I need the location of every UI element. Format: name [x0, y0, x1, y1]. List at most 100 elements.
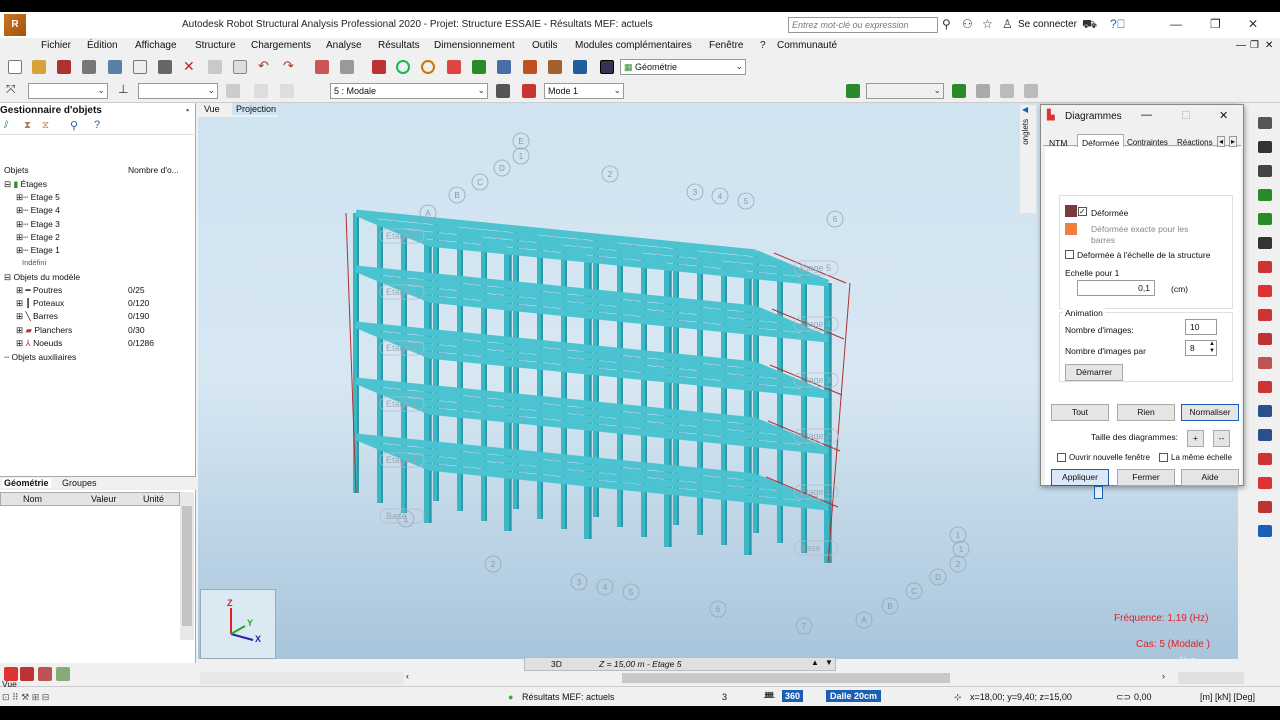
help-icon[interactable]: ?⃝ [1110, 17, 1126, 31]
dialog-minimize-button[interactable]: — [1141, 109, 1152, 121]
tree-floor-1[interactable]: ⊞┄ Etage 1 [16, 245, 60, 256]
case-list-icon[interactable] [254, 84, 268, 98]
right-tool-icon[interactable] [1258, 429, 1272, 441]
open-folder-icon[interactable] [32, 60, 46, 74]
right-tool-icon[interactable] [1258, 117, 1272, 129]
level-bar[interactable]: 3D Z = 15,00 m - Etage 5 ▲ ▼ [524, 657, 836, 671]
display-tool-icons[interactable] [1178, 672, 1244, 684]
right-tool-icon[interactable] [1258, 525, 1272, 537]
status-slab[interactable]: Dalle 20cm [826, 690, 882, 702]
apply-button[interactable]: Appliquer [1051, 469, 1109, 486]
right-tool-icon[interactable] [1258, 501, 1272, 513]
tree-beams[interactable]: ⊞ ━ Poutres [16, 285, 62, 296]
menu-chargements[interactable]: Chargements [251, 40, 311, 51]
copy-icon[interactable] [233, 60, 247, 74]
print-icon[interactable] [82, 60, 96, 74]
new-file-icon[interactable] [8, 60, 22, 74]
filter-icon[interactable]: ⫽ [4, 120, 8, 131]
tool-icon-4[interactable] [56, 667, 70, 681]
mode-icon[interactable] [496, 84, 510, 98]
tables-icon[interactable] [315, 60, 329, 74]
node-selector[interactable]: ⌄ [28, 83, 108, 99]
doc-restore-icon[interactable]: ❐ [1250, 40, 1259, 51]
tree-aux-objects[interactable]: ┄ Objets auxiliaires [4, 352, 76, 363]
robot-logo-icon[interactable]: R [4, 14, 26, 36]
right-tool-icon[interactable] [1258, 381, 1272, 393]
report-icon[interactable] [133, 60, 147, 74]
search-icon[interactable]: ⚲ [70, 119, 78, 132]
right-tool-icon[interactable] [1258, 285, 1272, 297]
display-icon[interactable] [447, 60, 461, 74]
calc-icon[interactable] [573, 60, 587, 74]
status-tool-icons[interactable]: ⊡ ⠿ ⚒ ⊞ ⊟ [2, 692, 49, 703]
menu-outils[interactable]: Outils [532, 40, 558, 51]
tree-undefined[interactable]: Indéfini [22, 258, 46, 267]
right-tool-icon[interactable] [1258, 165, 1272, 177]
mode-arrow-icon[interactable] [522, 84, 536, 98]
menu-analyse[interactable]: Analyse [326, 40, 362, 51]
size-increase-button[interactable]: + [1187, 430, 1204, 447]
zoom-window-icon[interactable] [396, 60, 410, 74]
sort-icon[interactable]: ⧗ [24, 120, 31, 131]
tab-view[interactable]: Vue [204, 104, 220, 114]
level-up-icon[interactable]: ▲ [811, 658, 819, 667]
delete-icon[interactable]: ✕ [183, 58, 197, 74]
tab-scroll-right[interactable]: ▸ [1229, 136, 1238, 147]
scroll-right-icon[interactable]: › [1162, 671, 1165, 681]
view4-icon[interactable] [1024, 84, 1038, 98]
tree-floors[interactable]: ⊟ ▮ Étages [4, 179, 47, 190]
status-section-icon[interactable]: ᚙ [764, 692, 774, 703]
group-icon[interactable]: ⧖ [42, 120, 49, 131]
close-dialog-button[interactable]: Fermer [1117, 469, 1175, 486]
zoom-icon[interactable] [421, 60, 435, 74]
view2-icon[interactable] [976, 84, 990, 98]
menu-fichier[interactable]: Fichier [41, 40, 71, 51]
right-tool-icon[interactable] [1258, 405, 1272, 417]
view-icon[interactable] [952, 84, 966, 98]
tree-floor-2[interactable]: ⊞┄ Etage 2 [16, 232, 60, 243]
exact-deformed-swatch[interactable] [1065, 223, 1077, 235]
user-icon[interactable]: ♙ [1002, 17, 1013, 31]
menu-modules[interactable]: Modules complémentaires [575, 40, 692, 51]
tool-icon-2[interactable] [20, 667, 34, 681]
menu-structure[interactable]: Structure [195, 40, 236, 51]
menu-help[interactable]: ? [760, 40, 766, 51]
analysis-icon[interactable] [548, 60, 562, 74]
normalize-button[interactable]: Normaliser [1181, 404, 1239, 421]
maximize-button[interactable]: ❐ [1210, 17, 1221, 31]
tree-floor-3[interactable]: ⊞┄ Etage 3 [16, 219, 60, 230]
doc-minimize-icon[interactable]: — [1236, 40, 1246, 51]
loads-icon[interactable] [523, 60, 537, 74]
tab-reactions[interactable]: Réactions [1177, 138, 1215, 147]
select-icon[interactable] [472, 60, 486, 74]
scale-input[interactable]: 0,1 [1077, 280, 1155, 296]
menu-communaute[interactable]: Communauté [777, 40, 837, 51]
dialog-close-button[interactable]: ✕ [1219, 109, 1228, 122]
tab-groups[interactable]: Groupes [62, 478, 97, 488]
minimize-button[interactable]: — [1170, 17, 1182, 31]
pin-icon[interactable]: ◀ [1022, 105, 1028, 114]
close-button[interactable]: ✕ [1248, 17, 1258, 31]
bar-selector[interactable]: ⌄ [138, 83, 218, 99]
tree-floor-5[interactable]: ⊞┄ Etage 5 [16, 192, 60, 203]
tree-bars[interactable]: ⊞ ╲ Barres [16, 311, 58, 322]
right-tool-icon[interactable] [1258, 477, 1272, 489]
pin-icon[interactable]: ▪ [186, 105, 189, 115]
menu-fenetre[interactable]: Fenêtre [709, 40, 743, 51]
deformed-color-swatch[interactable] [1065, 205, 1077, 217]
tree-slabs[interactable]: ⊞ ▰ Planchers [16, 325, 72, 336]
view-tool-icons[interactable] [200, 672, 404, 685]
menu-affichage[interactable]: Affichage [135, 40, 177, 51]
list-icon[interactable] [340, 60, 354, 74]
user-group-icon[interactable]: ⚇ [962, 17, 973, 31]
scrollbar-thumb[interactable] [182, 506, 192, 626]
level-down-icon[interactable]: ▼ [825, 658, 833, 667]
images-per-input[interactable]: 8 ▲ ▼ [1185, 340, 1217, 356]
cut-icon[interactable] [208, 60, 222, 74]
tab-geometry[interactable]: Géométrie [2, 478, 51, 488]
tree-floor-4[interactable]: ⊞┄ Etage 4 [16, 205, 60, 216]
lock-icon[interactable] [372, 60, 386, 74]
load-case-selector[interactable]: 5 : Modale ⌄ [330, 83, 488, 99]
menu-resultats[interactable]: Résultats [378, 40, 420, 51]
right-tool-icon[interactable] [1258, 213, 1272, 225]
